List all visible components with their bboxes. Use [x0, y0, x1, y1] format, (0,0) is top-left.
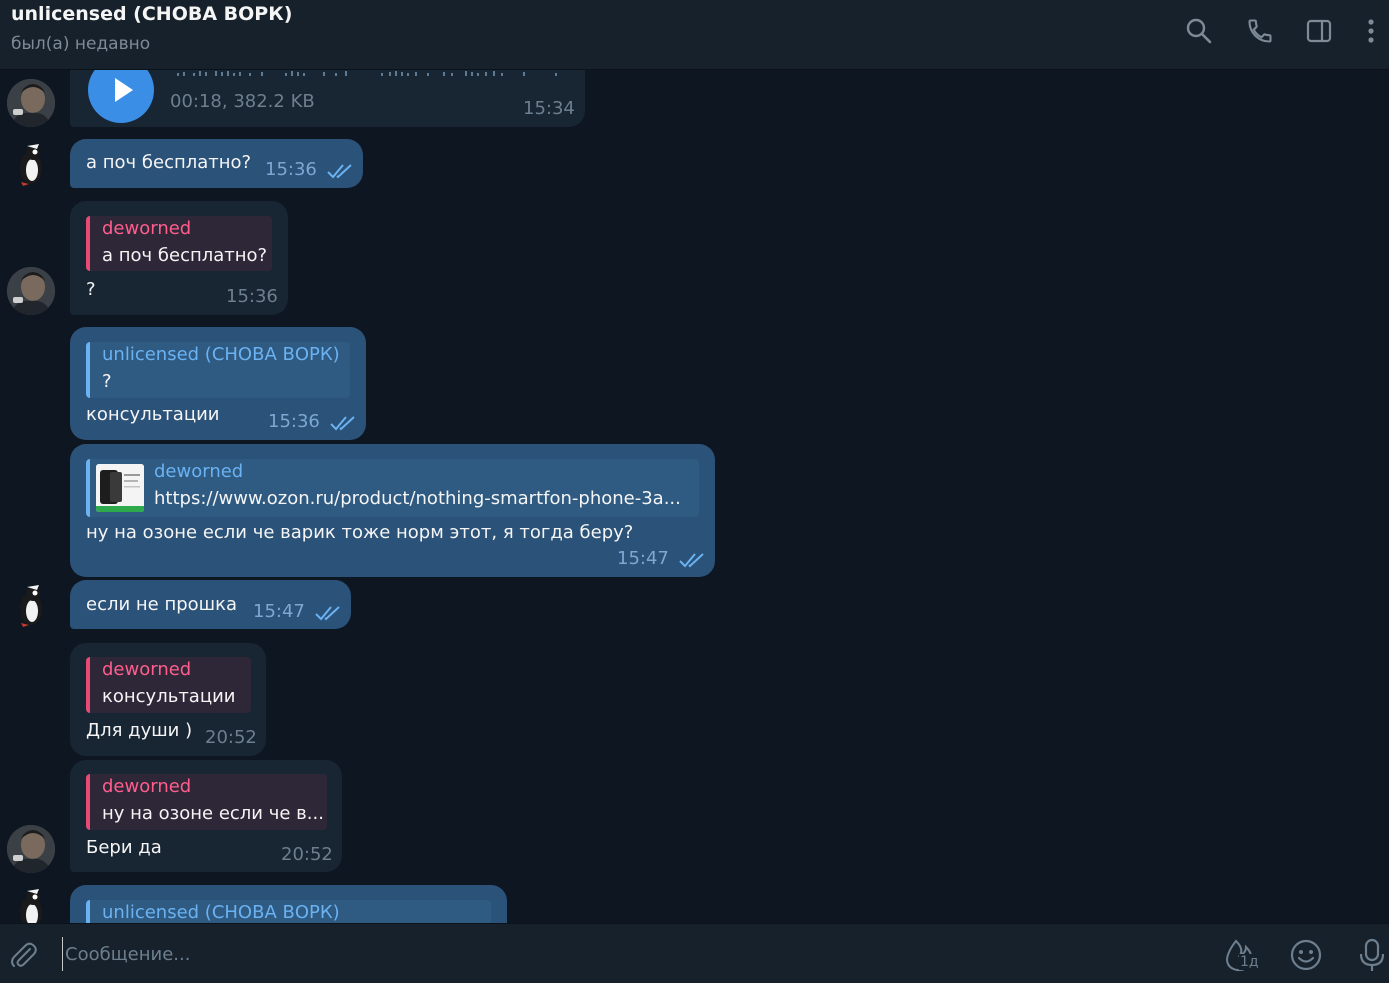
reply-author: unlicensed (СНОВА ВОРК) — [102, 902, 340, 923]
message-bubble[interactable]: а поч бесплатно? 15:36 — [70, 139, 363, 188]
message-time: 15:36 — [226, 286, 278, 307]
paperclip-icon[interactable] — [6, 938, 40, 972]
reply-author: deworned — [102, 659, 192, 680]
voice-waveform[interactable] — [175, 70, 565, 77]
reply-quote[interactable]: deworned а поч бесплатно? — [86, 216, 272, 271]
message-time: 15:47 — [253, 601, 305, 622]
voice-message[interactable]: 00:18, 382.2 KB 15:34 — [70, 70, 585, 127]
reply-quote[interactable]: deworned https://www.ozon.ru/product/not… — [86, 459, 699, 517]
message-bubble[interactable]: unlicensed (СНОВА ВОРК) ? консультации 1… — [70, 327, 366, 440]
reply-text: а поч бесплатно? — [102, 245, 268, 266]
more-vertical-icon[interactable] — [1354, 14, 1388, 48]
message-input[interactable] — [62, 937, 1167, 971]
message-time: 15:34 — [523, 98, 575, 119]
message-bubble[interactable]: если не прошка 15:47 — [70, 580, 351, 629]
message-composer[interactable]: 1д — [0, 923, 1389, 983]
chat-header[interactable]: unlicensed (СНОВА ВОРК) был(а) недавно — [0, 0, 1389, 70]
last-seen-status: был(а) недавно — [11, 34, 151, 54]
reply-quote[interactable]: deworned ну на озоне если че в... — [86, 774, 327, 830]
sidebar-toggle-icon[interactable] — [1302, 14, 1336, 48]
message-text: ? — [86, 279, 96, 300]
message-time: 15:36 — [265, 159, 317, 180]
avatar[interactable] — [7, 825, 55, 873]
reply-quote[interactable]: unlicensed (СНОВА ВОРК) — [86, 900, 491, 923]
double-check-icon — [315, 606, 340, 621]
message-time: 15:47 — [617, 548, 669, 569]
message-bubble[interactable]: deworned а поч бесплатно? ? 15:36 — [70, 201, 288, 315]
message-text: ну на озоне если че варик тоже норм этот… — [86, 522, 634, 543]
reply-text: ну на озоне если че в... — [102, 803, 324, 824]
message-bubble[interactable]: deworned https://www.ozon.ru/product/not… — [70, 444, 715, 577]
timer-fire-icon[interactable]: 1д — [1222, 938, 1260, 972]
reply-link[interactable]: https://www.ozon.ru/product/nothing-smar… — [154, 488, 681, 509]
message-list[interactable]: 00:18, 382.2 KB 15:34 а поч бесплатно? 1… — [0, 70, 1389, 923]
reply-author: unlicensed (СНОВА ВОРК) — [102, 344, 340, 365]
message-text: Бери да — [86, 837, 162, 858]
avatar[interactable] — [7, 885, 55, 923]
play-icon[interactable] — [88, 70, 154, 123]
emoji-icon[interactable] — [1289, 938, 1323, 972]
search-icon[interactable] — [1182, 14, 1216, 48]
message-bubble[interactable]: deworned ну на озоне если че в... Бери д… — [70, 760, 342, 872]
link-thumbnail — [96, 464, 144, 512]
reply-author: deworned — [102, 218, 192, 239]
message-text: Для души ) — [86, 720, 193, 741]
avatar[interactable] — [7, 267, 55, 315]
double-check-icon — [330, 416, 355, 431]
reply-author: deworned — [154, 461, 244, 482]
chat-title[interactable]: unlicensed (СНОВА ВОРК) — [11, 3, 292, 25]
reply-text: консультации — [102, 686, 236, 707]
avatar[interactable] — [7, 140, 55, 188]
reply-text: ? — [102, 371, 112, 392]
message-bubble[interactable]: deworned консультации Для души ) 20:52 — [70, 643, 266, 756]
microphone-icon[interactable] — [1355, 938, 1389, 972]
message-text: если не прошка — [86, 594, 238, 615]
message-text: консультации — [86, 404, 220, 425]
timer-badge: 1д — [1239, 954, 1260, 970]
reply-author: deworned — [102, 776, 192, 797]
message-time: 15:36 — [268, 411, 320, 432]
message-time: 20:52 — [205, 727, 257, 748]
message-bubble[interactable]: unlicensed (СНОВА ВОРК) — [70, 885, 507, 923]
avatar[interactable] — [7, 79, 55, 127]
double-check-icon — [679, 553, 704, 568]
voice-meta: 00:18, 382.2 KB — [170, 91, 315, 112]
reply-quote[interactable]: unlicensed (СНОВА ВОРК) ? — [86, 342, 350, 398]
double-check-icon — [327, 164, 352, 179]
phone-icon[interactable] — [1243, 14, 1277, 48]
message-text: а поч бесплатно? — [86, 152, 252, 173]
avatar[interactable] — [7, 581, 55, 629]
reply-quote[interactable]: deworned консультации — [86, 657, 251, 713]
message-time: 20:52 — [281, 844, 333, 865]
